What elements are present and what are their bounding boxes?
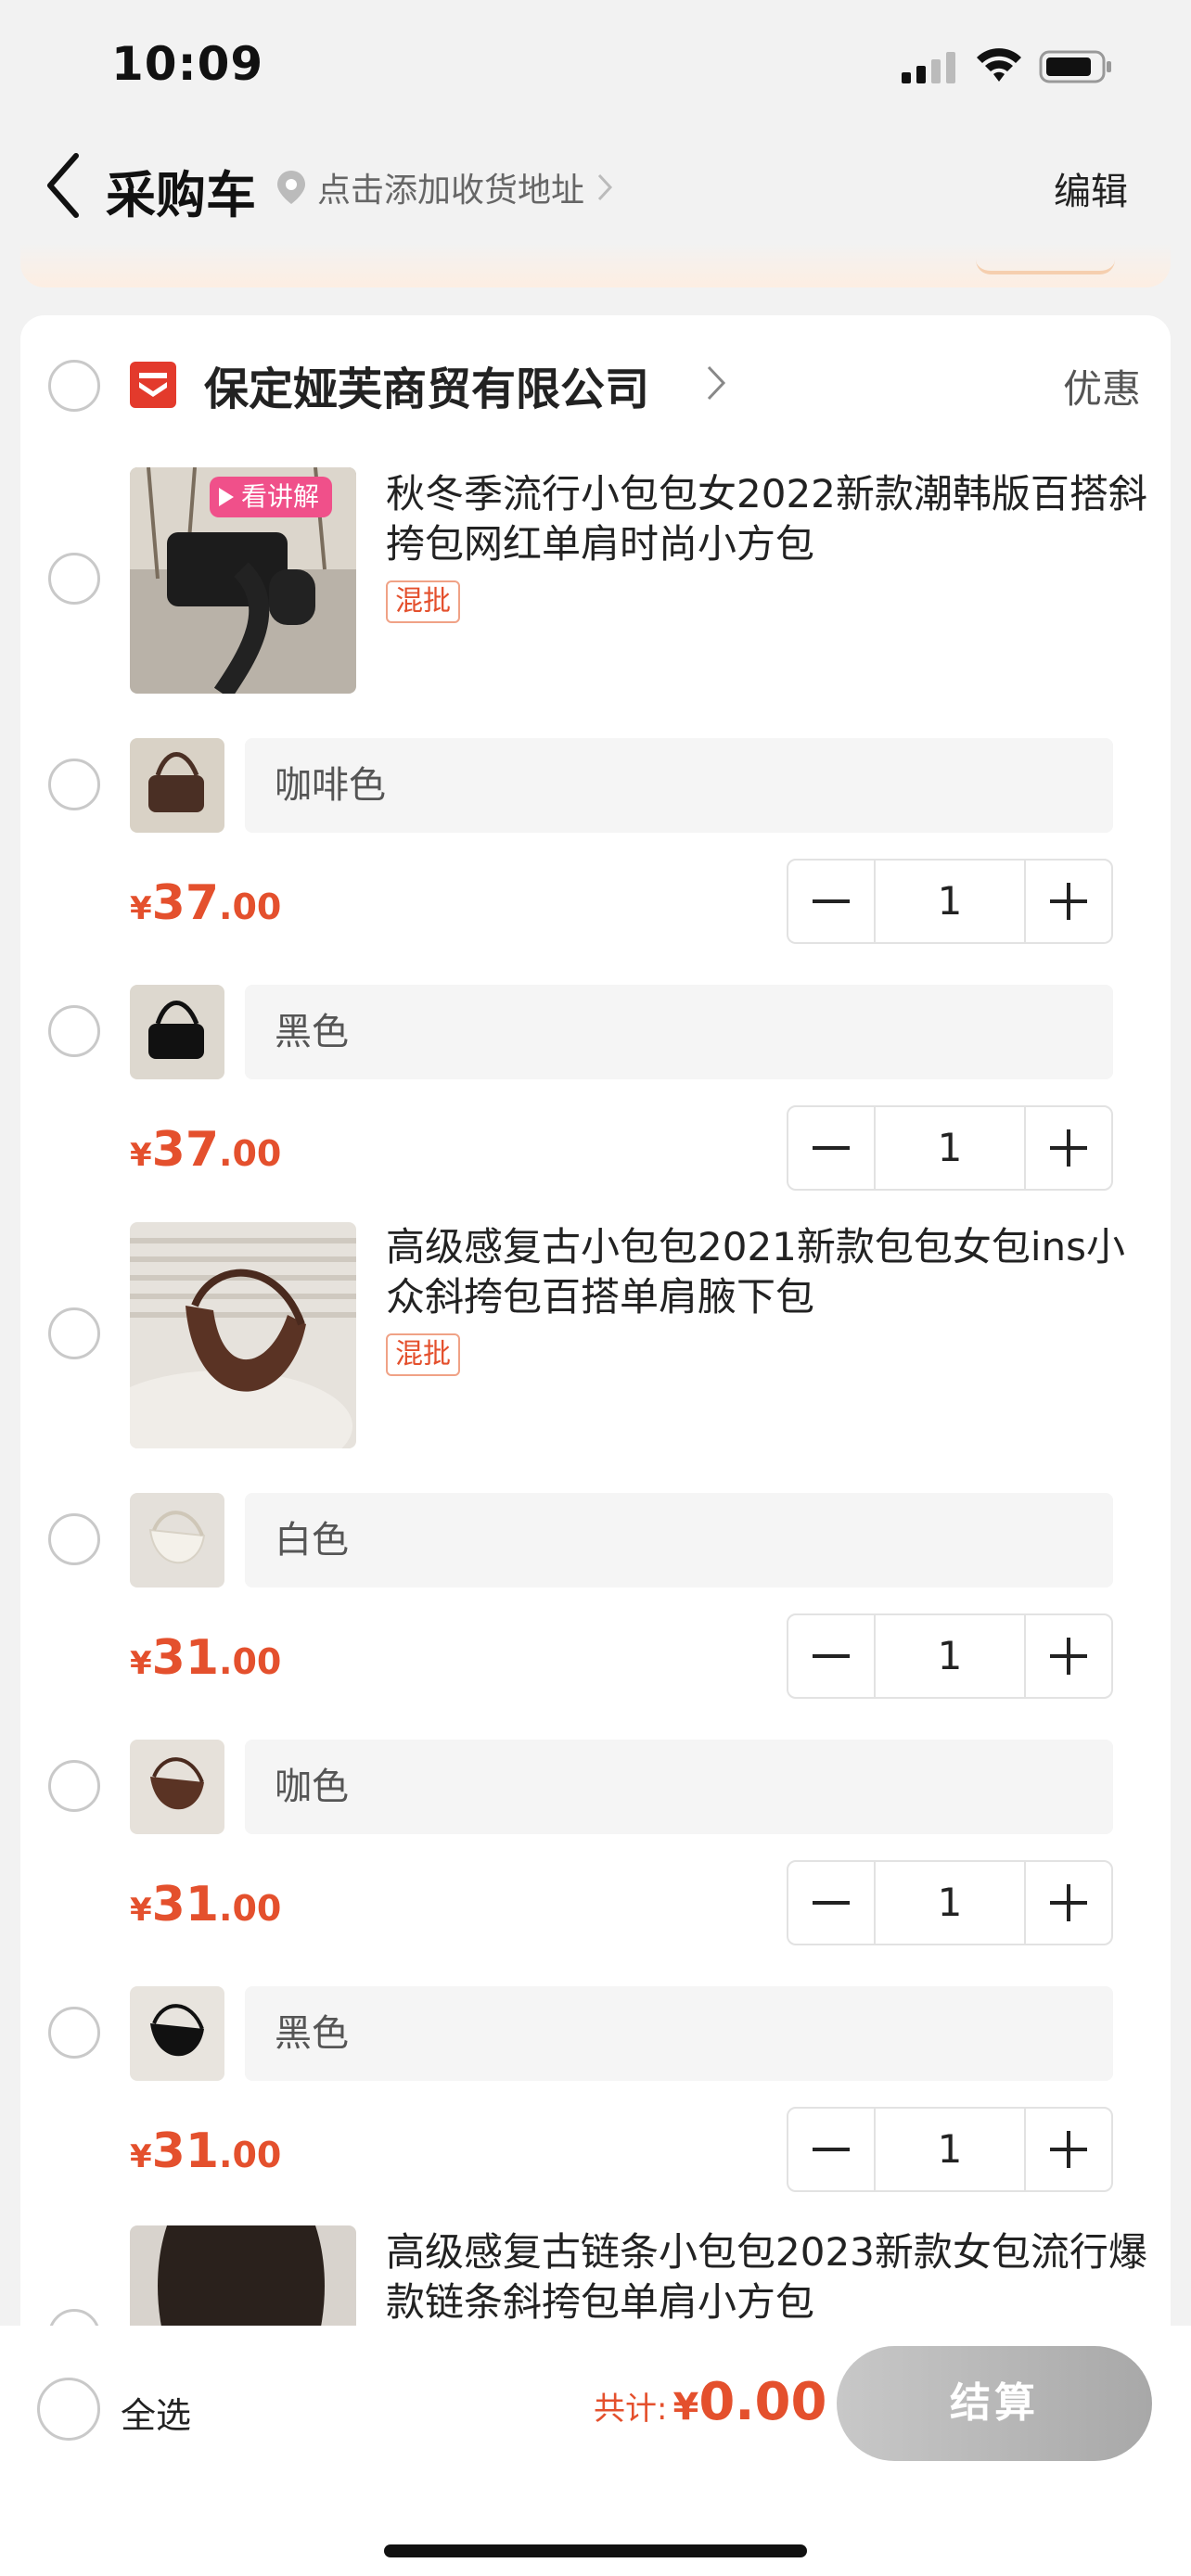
shop-name[interactable]: 保定娅芙商贸有限公司 <box>204 352 649 417</box>
quantity-value[interactable]: 1 <box>874 861 1026 942</box>
minus-icon <box>813 1901 850 1905</box>
quantity-stepper: 1 <box>787 1105 1113 1191</box>
address-label: 点击添加收货地址 <box>317 172 585 210</box>
status-time: 10:09 <box>111 37 264 91</box>
live-badge-label: 看讲解 <box>241 481 320 512</box>
product-image[interactable]: 看讲解 <box>130 467 356 694</box>
minus-icon <box>813 1146 850 1150</box>
product-image[interactable] <box>130 1222 356 1448</box>
variant-price: ¥31.00 <box>130 1877 282 1932</box>
mixed-batch-tag: 混批 <box>386 1333 460 1376</box>
variant-image <box>130 1493 224 1588</box>
plus-icon <box>1050 2131 1087 2168</box>
decrease-button[interactable] <box>788 1615 874 1697</box>
address-selector[interactable]: 点击添加收货地址 <box>275 163 614 211</box>
select-all-radio[interactable] <box>37 2378 100 2441</box>
increase-button[interactable] <box>1026 1107 1111 1189</box>
variant-price: ¥31.00 <box>130 1630 282 1686</box>
quantity-value[interactable]: 1 <box>874 2109 1026 2190</box>
total-currency: ¥ <box>672 2386 699 2429</box>
edit-button[interactable]: 编辑 <box>1054 161 1128 215</box>
mixed-batch-tag: 混批 <box>386 580 460 623</box>
product-select-radio[interactable] <box>48 1307 100 1359</box>
promo-button[interactable]: 优惠 <box>1063 358 1141 414</box>
variant-image <box>130 1740 224 1834</box>
quantity-stepper: 1 <box>787 859 1113 944</box>
variant-image <box>130 985 224 1079</box>
variant-spec[interactable]: 黑色 <box>245 985 1113 1079</box>
variant-select-radio[interactable] <box>48 1005 100 1057</box>
total-price: 共计: ¥ 0.00 <box>594 2372 826 2432</box>
increase-button[interactable] <box>1026 1615 1111 1697</box>
variant-spec[interactable]: 咖啡色 <box>245 738 1113 833</box>
checkout-bar: 全选 共计: ¥ 0.00 结算 <box>0 2326 1191 2576</box>
shop-cart-card: 保定娅芙商贸有限公司 优惠 看讲解 秋冬季流行小包包女2022新款潮韩版百搭斜挎… <box>20 315 1171 2576</box>
variant-spec[interactable]: 白色 <box>245 1493 1113 1588</box>
quantity-stepper: 1 <box>787 1613 1113 1699</box>
quantity-value[interactable]: 1 <box>874 1615 1026 1697</box>
product-title[interactable]: 秋冬季流行小包包女2022新款潮韩版百搭斜挎包网红单肩时尚小方包 <box>386 469 1156 569</box>
product-title[interactable]: 高级感复古小包包2021新款包包女包ins小众斜挎包百搭单肩腋下包 <box>386 1222 1156 1322</box>
increase-button[interactable] <box>1026 2109 1111 2190</box>
quantity-stepper: 1 <box>787 2107 1113 2192</box>
variant-image <box>130 738 224 833</box>
quantity-stepper: 1 <box>787 1860 1113 1945</box>
back-chevron-icon[interactable] <box>41 150 87 221</box>
banner-pill <box>976 256 1115 274</box>
total-value: 0.00 <box>698 2372 827 2432</box>
nav-bar: 采购车 点击添加收货地址 编辑 <box>0 130 1191 241</box>
status-bar: 10:09 <box>0 0 1191 130</box>
play-icon <box>219 488 234 506</box>
decrease-button[interactable] <box>788 1862 874 1944</box>
product-select-radio[interactable] <box>48 553 100 605</box>
product-title[interactable]: 高级感复古链条小包包2023新款女包流行爆款链条斜挎包单肩小方包 <box>386 2227 1156 2327</box>
shop-select-radio[interactable] <box>48 360 100 412</box>
decrease-button[interactable] <box>788 2109 874 2190</box>
variant-select-radio[interactable] <box>48 2007 100 2059</box>
plus-icon <box>1050 1884 1087 1921</box>
variant-price: ¥31.00 <box>130 2123 282 2179</box>
increase-button[interactable] <box>1026 861 1111 942</box>
live-badge: 看讲解 <box>210 477 333 517</box>
plus-icon <box>1050 1129 1087 1167</box>
decrease-button[interactable] <box>788 1107 874 1189</box>
variant-price: ¥37.00 <box>130 1122 282 1178</box>
quantity-value[interactable]: 1 <box>874 1107 1026 1189</box>
home-indicator <box>384 2544 807 2557</box>
minus-icon <box>813 2148 850 2151</box>
battery-icon <box>1039 50 1111 83</box>
signal-icon <box>902 52 955 83</box>
chevron-right-icon[interactable] <box>705 363 727 402</box>
decrease-button[interactable] <box>788 861 874 942</box>
variant-spec[interactable]: 黑色 <box>245 1986 1113 2081</box>
shop-icon <box>130 362 176 408</box>
location-pin-icon <box>277 171 305 204</box>
variant-select-radio[interactable] <box>48 1513 100 1565</box>
total-label: 共计: <box>594 2391 668 2428</box>
plus-icon <box>1050 883 1087 920</box>
promo-banner-edge <box>20 243 1171 287</box>
increase-button[interactable] <box>1026 1862 1111 1944</box>
page-title: 采购车 <box>106 166 256 224</box>
variant-image <box>130 1986 224 2081</box>
quantity-value[interactable]: 1 <box>874 1862 1026 1944</box>
plus-icon <box>1050 1638 1087 1675</box>
wifi-icon <box>977 48 1021 82</box>
minus-icon <box>813 899 850 903</box>
variant-spec[interactable]: 咖色 <box>245 1740 1113 1834</box>
variant-select-radio[interactable] <box>48 1760 100 1812</box>
checkout-button[interactable]: 结算 <box>837 2346 1152 2461</box>
variant-price: ¥37.00 <box>130 875 282 931</box>
select-all-label[interactable]: 全选 <box>121 2387 191 2438</box>
minus-icon <box>813 1654 850 1658</box>
chevron-right-icon <box>597 173 613 201</box>
variant-select-radio[interactable] <box>48 759 100 810</box>
